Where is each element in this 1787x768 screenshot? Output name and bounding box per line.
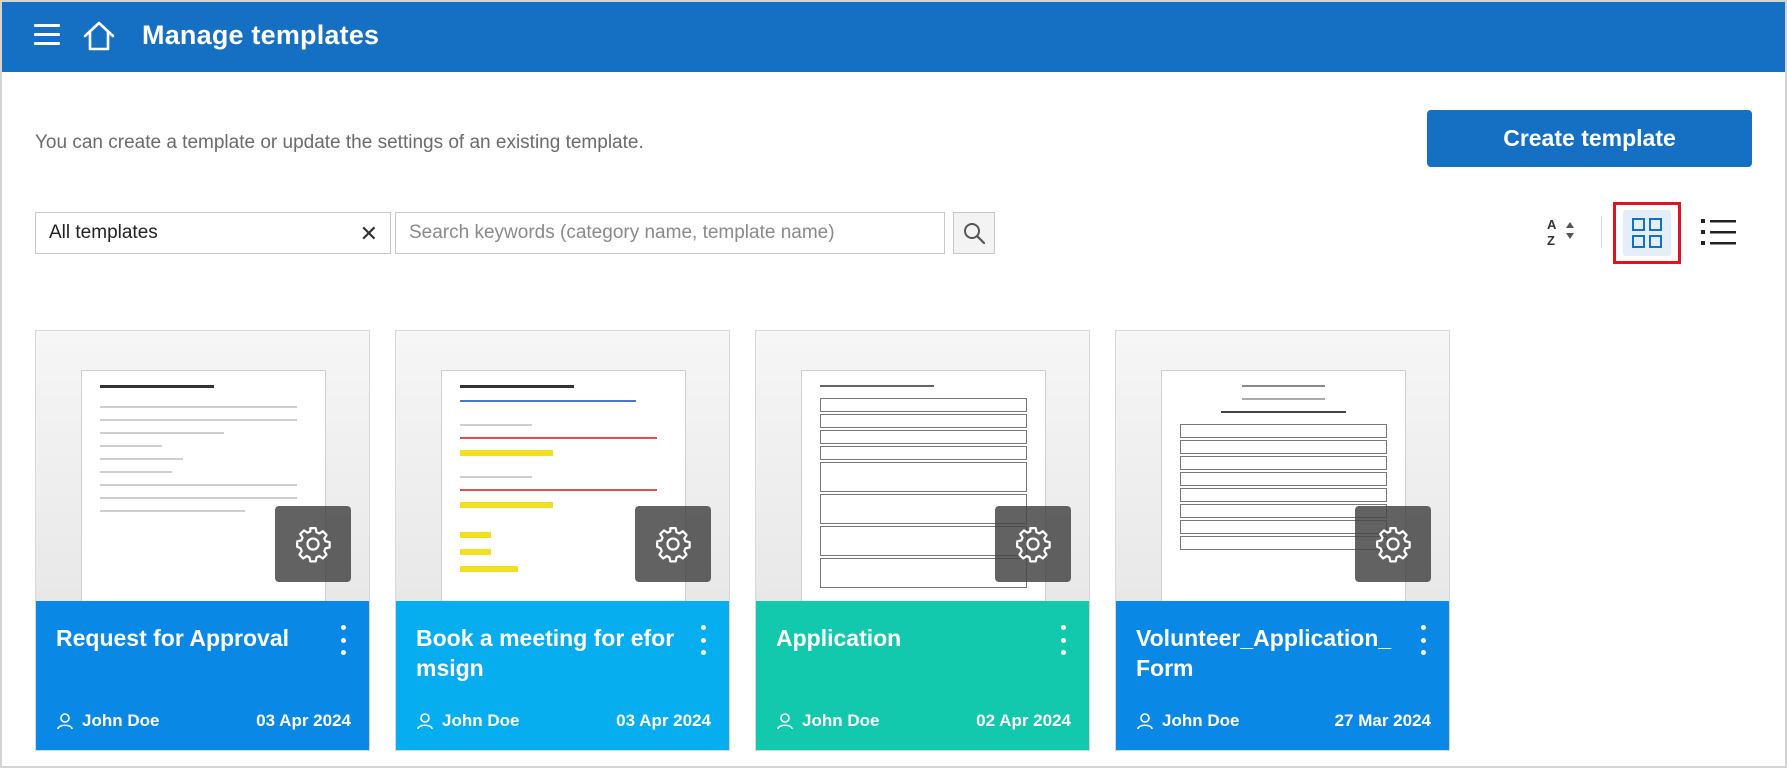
- template-date: 03 Apr 2024: [616, 711, 711, 730]
- toolbar-divider: [1601, 216, 1602, 248]
- category-filter-value: All templates: [49, 222, 158, 243]
- user-icon: [417, 713, 433, 730]
- card-footer: Volunteer_Application_Form John Doe 27 M…: [1116, 601, 1449, 750]
- card-footer: Book a meeting for eformsign John Doe 03…: [396, 601, 729, 750]
- create-template-button[interactable]: Create template: [1427, 110, 1752, 167]
- more-options-icon[interactable]: [697, 625, 709, 655]
- template-preview: [396, 331, 729, 601]
- grid-view-icon: [1632, 218, 1662, 248]
- template-name: Book a meeting for eformsign: [416, 625, 675, 681]
- template-name: Request for Approval: [56, 625, 290, 651]
- settings-button[interactable]: [635, 506, 711, 582]
- gear-icon: [656, 527, 691, 563]
- app-window: Manage templates You can create a templa…: [0, 0, 1787, 768]
- category-filter-select[interactable]: All templates ✕: [35, 212, 391, 254]
- template-preview: [36, 331, 369, 601]
- gear-icon: [1376, 527, 1411, 563]
- hamburger-menu-icon[interactable]: [34, 24, 60, 46]
- list-view-icon[interactable]: [1699, 214, 1739, 250]
- more-options-icon[interactable]: [1417, 625, 1429, 655]
- template-card[interactable]: Volunteer_Application_Form John Doe 27 M…: [1115, 330, 1450, 751]
- template-date: 02 Apr 2024: [976, 711, 1071, 730]
- template-preview: [756, 331, 1089, 601]
- gear-icon: [296, 527, 331, 563]
- more-options-icon[interactable]: [337, 625, 349, 655]
- search-input[interactable]: [395, 212, 945, 254]
- grid-view-button[interactable]: [1613, 202, 1681, 264]
- settings-button[interactable]: [995, 506, 1071, 582]
- home-icon[interactable]: [82, 20, 116, 52]
- card-footer: Request for Approval John Doe 03 Apr 202…: [36, 601, 369, 750]
- template-author: John Doe: [776, 711, 879, 731]
- user-icon: [777, 713, 793, 730]
- page-description: You can create a template or update the …: [35, 132, 644, 153]
- template-name: Volunteer_Application_Form: [1136, 625, 1392, 681]
- gear-icon: [1016, 527, 1051, 563]
- template-date: 03 Apr 2024: [256, 711, 351, 730]
- template-card[interactable]: Book a meeting for eformsign John Doe 03…: [395, 330, 730, 751]
- template-card[interactable]: Request for Approval John Doe 03 Apr 202…: [35, 330, 370, 751]
- settings-button[interactable]: [1355, 506, 1431, 582]
- search-icon: [964, 223, 986, 245]
- template-name: Application: [776, 625, 902, 651]
- search-button[interactable]: [953, 212, 995, 254]
- author-name: John Doe: [802, 711, 880, 730]
- svg-text:A: A: [1547, 217, 1557, 232]
- sort-az-icon[interactable]: A Z: [1544, 214, 1580, 250]
- user-icon: [57, 713, 73, 730]
- template-author: John Doe: [1136, 711, 1239, 731]
- template-author: John Doe: [416, 711, 519, 731]
- clear-filter-icon[interactable]: ✕: [360, 221, 378, 247]
- user-icon: [1137, 713, 1153, 730]
- author-name: John Doe: [442, 711, 520, 730]
- author-name: John Doe: [82, 711, 160, 730]
- template-card[interactable]: Application John Doe 02 Apr 2024: [755, 330, 1090, 751]
- svg-text:Z: Z: [1547, 233, 1555, 248]
- more-options-icon[interactable]: [1057, 625, 1069, 655]
- template-date: 27 Mar 2024: [1334, 711, 1431, 730]
- card-footer: Application John Doe 02 Apr 2024: [756, 601, 1089, 750]
- top-bar: Manage templates: [2, 2, 1785, 72]
- author-name: John Doe: [1162, 711, 1240, 730]
- page-title: Manage templates: [142, 20, 380, 50]
- settings-button[interactable]: [275, 506, 351, 582]
- template-author: John Doe: [56, 711, 159, 731]
- template-preview: [1116, 331, 1449, 601]
